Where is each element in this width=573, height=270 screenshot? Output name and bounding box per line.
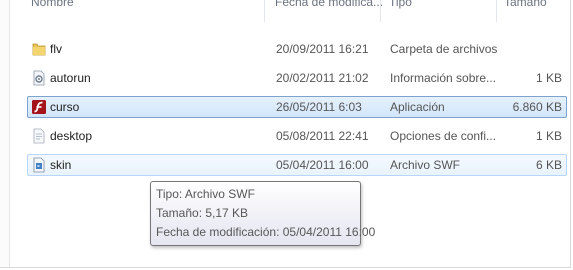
file-type: Opciones de confi... — [390, 129, 497, 143]
column-separator[interactable] — [496, 0, 497, 22]
settings-file-icon — [31, 70, 47, 86]
file-row-curso[interactable]: curso 26/05/2011 6:03 Aplicación 6.860 K… — [27, 96, 567, 118]
file-size: 6.860 KB — [512, 100, 562, 114]
column-header-name[interactable]: Nombre — [31, 0, 74, 9]
file-size: 1 KB — [535, 71, 562, 85]
file-row-skin[interactable]: skin 05/04/2011 16:00 Archivo SWF 6 KB — [27, 154, 567, 176]
tooltip-size: Tamaño: 5,17 KB — [156, 206, 249, 220]
file-name: autorun — [50, 71, 91, 85]
left-gutter — [0, 0, 10, 267]
file-row-autorun[interactable]: autorun 20/02/2011 21:02 Información sob… — [27, 67, 567, 89]
file-name: desktop — [50, 129, 93, 143]
file-name: curso — [50, 100, 80, 114]
folder-icon — [31, 41, 47, 57]
file-date: 20/02/2011 21:02 — [276, 71, 369, 85]
tooltip-type: Tipo: Archivo SWF — [156, 187, 255, 201]
file-row-flv[interactable]: flv 20/09/2011 16:21 Carpeta de archivos — [27, 38, 567, 60]
file-row-desktop[interactable]: desktop 05/08/2011 22:41 Opciones de con… — [27, 125, 567, 147]
column-header: Nombre Fecha de modifica... Tipo Tamaño — [10, 0, 571, 26]
file-name: flv — [50, 42, 62, 56]
file-size: 6 KB — [535, 158, 562, 172]
flash-app-icon — [31, 99, 47, 115]
tooltip-date: Fecha de modificación: 05/04/2011 16:00 — [156, 225, 376, 239]
file-date: 20/09/2011 16:21 — [276, 42, 369, 56]
file-date: 26/05/2011 6:03 — [276, 100, 362, 114]
file-type: Carpeta de archivos — [390, 42, 498, 56]
file-explorer-list: Nombre Fecha de modifica... Tipo Tamaño … — [0, 0, 571, 268]
column-separator[interactable] — [380, 0, 381, 22]
file-name: skin — [50, 158, 72, 172]
file-info-tooltip: Tipo: Archivo SWF Tamaño: 5,17 KB Fecha … — [150, 181, 376, 246]
column-header-size[interactable]: Tamaño — [504, 0, 547, 9]
file-date: 05/08/2011 22:41 — [276, 129, 369, 143]
column-header-type[interactable]: Tipo — [389, 0, 412, 9]
file-date: 05/04/2011 16:00 — [276, 158, 369, 172]
column-separator[interactable] — [264, 0, 265, 22]
file-type: Aplicación — [390, 100, 445, 114]
file-type: Información sobre... — [390, 71, 497, 85]
column-header-date[interactable]: Fecha de modifica... — [275, 0, 383, 9]
swf-file-icon — [31, 157, 47, 173]
file-type: Archivo SWF — [390, 158, 461, 172]
config-file-icon — [31, 128, 47, 144]
file-size: 1 KB — [535, 129, 562, 143]
